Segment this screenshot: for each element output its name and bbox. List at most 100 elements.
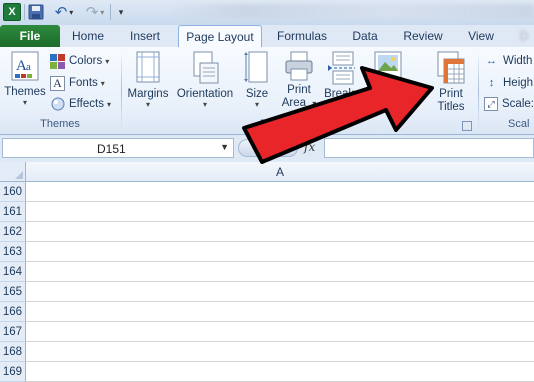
name-box-value: D151: [97, 142, 126, 156]
insert-function-icon[interactable]: fx: [304, 140, 315, 154]
chevron-down-icon: ▾: [100, 78, 105, 88]
cell[interactable]: [26, 322, 534, 342]
qat-separator: [110, 4, 111, 20]
quick-access-toolbar: X ↶ ▾ ↷ ▾ ▾: [0, 0, 534, 25]
effects-label: Effects: [69, 98, 104, 110]
worksheet-grid: A 160 161 162 163 164 165 166 167 168 169: [0, 162, 534, 382]
width-control[interactable]: ↔ Width: [484, 51, 532, 71]
themes-group-label: Themes: [40, 118, 80, 130]
table-row: 169: [0, 362, 534, 382]
cell[interactable]: [26, 302, 534, 322]
save-icon[interactable]: [27, 3, 45, 21]
cell[interactable]: [26, 282, 534, 302]
print-titles-label: Print Titles: [437, 88, 465, 113]
cell[interactable]: [26, 202, 534, 222]
themes-button[interactable]: A a Themes ▾: [4, 51, 46, 107]
table-row: 160: [0, 182, 534, 202]
height-control[interactable]: ↕ Heigh: [484, 73, 533, 93]
colors-label: Colors: [69, 55, 103, 67]
row-header[interactable]: 164: [0, 262, 26, 282]
chevron-down-icon: ▾: [145, 100, 150, 109]
orientation-button[interactable]: Orientation ▾: [173, 51, 237, 109]
themes-icon: A a: [11, 51, 39, 81]
size-icon: [244, 51, 268, 83]
scale-label: Scale:: [502, 98, 534, 110]
effects-icon: [50, 97, 65, 112]
print-area-button[interactable]: Print Area ▾: [278, 51, 320, 110]
select-all-button[interactable]: [0, 162, 26, 182]
tab-formulas[interactable]: Formulas: [268, 25, 336, 47]
width-icon: ↔: [486, 55, 497, 67]
row-header[interactable]: 169: [0, 362, 26, 382]
tab-review[interactable]: Review: [398, 25, 448, 47]
window-title-blurred: [170, 4, 534, 18]
row-header[interactable]: 161: [0, 202, 26, 222]
svg-text:a: a: [26, 61, 31, 73]
margins-button[interactable]: Margins ▾: [125, 51, 171, 109]
chevron-down-icon: ▾: [106, 99, 111, 109]
colors-icon: [50, 53, 65, 69]
select-all-icon: [15, 171, 23, 179]
row-header[interactable]: 167: [0, 322, 26, 342]
formula-input[interactable]: [324, 138, 534, 158]
tab-file[interactable]: File: [0, 25, 60, 47]
cell[interactable]: [26, 242, 534, 262]
background-button[interactable]: Ba: [364, 51, 412, 101]
chevron-down-icon: ▾: [202, 100, 207, 109]
row-header[interactable]: 163: [0, 242, 26, 262]
qat-separator: [24, 4, 25, 20]
scale-group-label: Scal: [508, 118, 530, 130]
cell[interactable]: [26, 362, 534, 382]
excel-icon[interactable]: X: [3, 3, 21, 21]
scale-icon: ⤢: [484, 97, 498, 111]
tab-page-layout[interactable]: Page Layout: [178, 25, 262, 48]
size-button[interactable]: Size ▾: [240, 51, 274, 109]
undo-icon[interactable]: ↶ ▾: [50, 3, 78, 21]
cell[interactable]: [26, 182, 534, 202]
tab-insert[interactable]: Insert: [116, 25, 174, 47]
print-area-label: Print Area ▾: [281, 84, 317, 109]
table-row: 167: [0, 322, 534, 342]
cell[interactable]: [26, 342, 534, 362]
customize-qat-icon[interactable]: ▾: [114, 3, 128, 21]
row-header[interactable]: 162: [0, 222, 26, 242]
column-header-a[interactable]: A: [26, 162, 534, 182]
row-header[interactable]: 166: [0, 302, 26, 322]
row-header[interactable]: 160: [0, 182, 26, 202]
background-icon: [374, 51, 402, 81]
tab-view[interactable]: View: [460, 25, 502, 47]
page-setup-group-label: Page Se: [260, 118, 303, 130]
group-separator: [121, 51, 122, 131]
redo-icon[interactable]: ↷ ▾: [82, 3, 108, 21]
ribbon-page-layout: A a Themes ▾ Colors ▾ A Fonts ▾ Effects ▾ T…: [0, 47, 534, 135]
orientation-icon: [193, 51, 219, 84]
chevron-down-icon[interactable]: ▼: [220, 142, 229, 152]
fonts-label: Fonts: [69, 77, 98, 89]
tab-home[interactable]: Home: [62, 25, 114, 47]
fonts-icon: A: [50, 75, 65, 91]
cell[interactable]: [26, 222, 534, 242]
page-setup-dialog-launcher[interactable]: [462, 121, 472, 131]
effects-button[interactable]: Effects ▾: [50, 94, 111, 114]
tab-overflow-blurred: D: [519, 29, 529, 43]
formula-bar-splitter[interactable]: [238, 139, 298, 157]
row-header[interactable]: 165: [0, 282, 26, 302]
breaks-button[interactable]: Breaks ▾: [323, 51, 361, 109]
height-icon: ↕: [488, 77, 495, 89]
print-titles-icon: [437, 51, 465, 84]
tab-data[interactable]: Data: [344, 25, 386, 47]
table-row: 163: [0, 242, 534, 262]
background-label: Ba: [366, 88, 381, 100]
table-row: 165: [0, 282, 534, 302]
width-label: Width: [503, 55, 533, 67]
table-row: 164: [0, 262, 534, 282]
row-header[interactable]: 168: [0, 342, 26, 362]
print-area-icon: [285, 51, 313, 81]
cell[interactable]: [26, 262, 534, 282]
height-label: Heigh: [503, 77, 534, 89]
print-titles-button[interactable]: Print Titles: [430, 51, 472, 114]
scale-control[interactable]: ⤢ Scale:: [484, 94, 534, 114]
fonts-button[interactable]: A Fonts ▾: [50, 73, 105, 93]
name-box[interactable]: D151 ▼: [2, 138, 234, 158]
colors-button[interactable]: Colors ▾: [50, 51, 109, 71]
